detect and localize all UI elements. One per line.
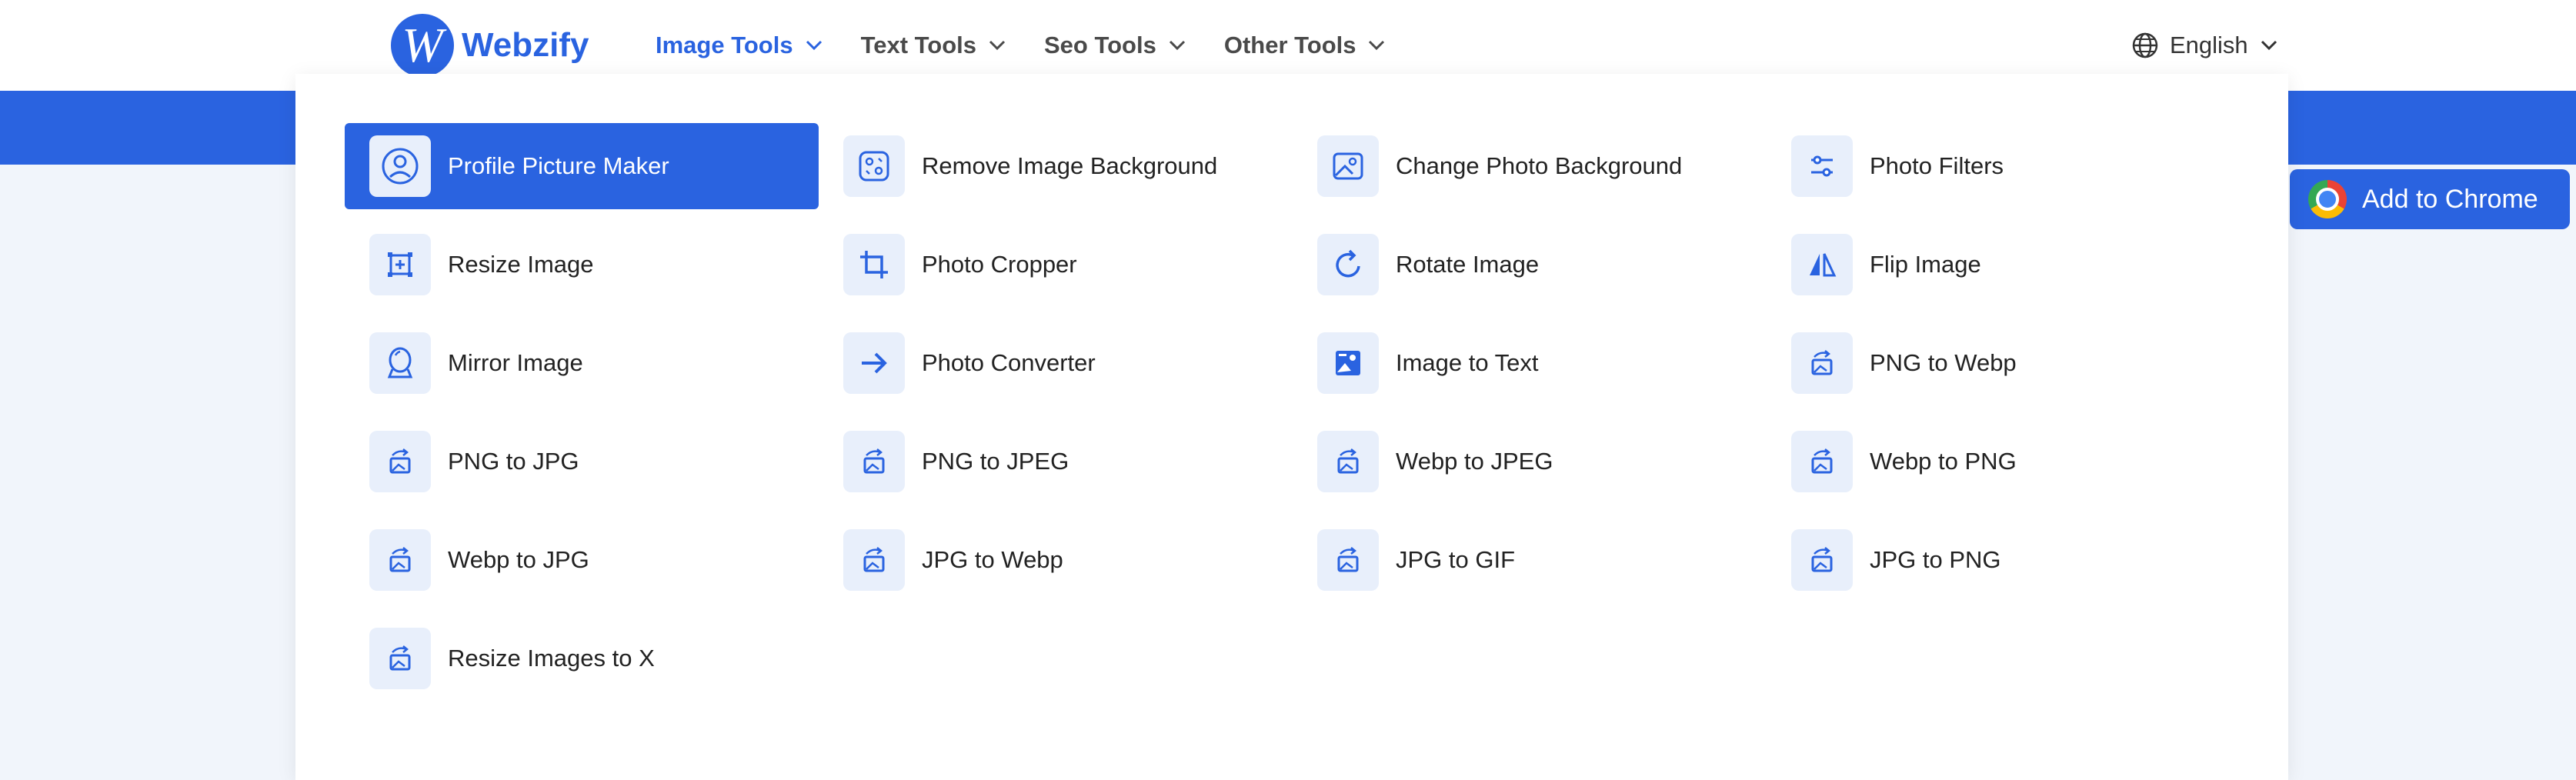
menu-item-photo-filters[interactable]: Photo Filters — [1767, 123, 2241, 209]
nav-label: Image Tools — [656, 32, 793, 58]
nav-image-tools[interactable]: Image Tools — [656, 32, 823, 59]
add-to-chrome-button[interactable]: Add to Chrome — [2290, 169, 2570, 229]
menu-item-label: Webp to JPG — [448, 546, 589, 573]
menu-item-label: Photo Converter — [922, 349, 1096, 376]
chevron-down-icon — [806, 40, 823, 51]
menu-item-label: Remove Image Background — [922, 152, 1218, 179]
menu-item-jpg-to-webp[interactable]: JPG to Webp — [819, 517, 1293, 603]
convert-image-icon — [1317, 529, 1379, 591]
flip-icon — [1791, 234, 1853, 295]
convert-image-icon — [1791, 431, 1853, 492]
crop-icon — [843, 234, 905, 295]
arrow-right-icon — [843, 332, 905, 394]
menu-item-png-to-jpeg[interactable]: PNG to JPEG — [819, 418, 1293, 505]
menu-item-label: JPG to PNG — [1870, 546, 2001, 573]
menu-item-resize-images-to-x[interactable]: Resize Images to X — [345, 615, 819, 702]
convert-image-icon — [843, 529, 905, 591]
sliders-icon — [1791, 135, 1853, 197]
convert-image-icon — [1317, 431, 1379, 492]
menu-item-label: PNG to JPG — [448, 448, 579, 475]
resize-icon — [369, 234, 431, 295]
menu-item-label: Mirror Image — [448, 349, 583, 376]
menu-item-photo-converter[interactable]: Photo Converter — [819, 320, 1293, 406]
nav-seo-tools[interactable]: Seo Tools — [1044, 32, 1186, 59]
convert-image-icon — [1791, 332, 1853, 394]
add-to-chrome-label: Add to Chrome — [2362, 184, 2538, 214]
language-label: English — [2170, 32, 2248, 58]
image-tools-dropdown: Profile Picture Maker Remove Image Backgr… — [295, 74, 2288, 780]
menu-item-label: PNG to JPEG — [922, 448, 1069, 475]
chrome-icon — [2308, 180, 2347, 218]
menu-item-label: Webp to PNG — [1870, 448, 2017, 475]
nav-text-tools[interactable]: Text Tools — [861, 32, 1006, 59]
menu-item-image-to-text[interactable]: Image to Text — [1293, 320, 1767, 406]
nav-other-tools[interactable]: Other Tools — [1224, 32, 1386, 59]
magic-eraser-icon — [843, 135, 905, 197]
menu-item-label: Photo Filters — [1870, 152, 2004, 179]
nav-label: Other Tools — [1223, 32, 1356, 58]
menu-item-png-to-jpg[interactable]: PNG to JPG — [345, 418, 819, 505]
mirror-icon — [369, 332, 431, 394]
menu-item-label: Change Photo Background — [1396, 152, 1683, 179]
convert-image-icon — [843, 431, 905, 492]
nav-label: Seo Tools — [1044, 32, 1156, 58]
menu-item-label: Flip Image — [1870, 251, 1981, 278]
menu-item-mirror-image[interactable]: Mirror Image — [345, 320, 819, 406]
menu-item-jpg-to-gif[interactable]: JPG to GIF — [1293, 517, 1767, 603]
globe-icon — [2131, 32, 2159, 59]
convert-image-icon — [369, 431, 431, 492]
menu-item-png-to-webp[interactable]: PNG to Webp — [1767, 320, 2241, 406]
tools-grid: Profile Picture Maker Remove Image Backgr… — [345, 123, 2241, 714]
menu-item-rotate-image[interactable]: Rotate Image — [1293, 222, 1767, 308]
image-text-icon — [1317, 332, 1379, 394]
menu-item-resize-image[interactable]: Resize Image — [345, 222, 819, 308]
rotate-icon — [1317, 234, 1379, 295]
menu-item-label: Photo Cropper — [922, 251, 1077, 278]
menu-item-label: Resize Images to X — [448, 645, 655, 672]
menu-item-label: JPG to Webp — [922, 546, 1063, 573]
menu-item-label: Rotate Image — [1396, 251, 1540, 278]
menu-item-label: Image to Text — [1396, 349, 1539, 376]
logo-mark: W — [391, 14, 454, 77]
menu-item-change-photo-background[interactable]: Change Photo Background — [1293, 123, 1767, 209]
chevron-down-icon — [1368, 40, 1385, 51]
menu-item-profile-picture-maker[interactable]: Profile Picture Maker — [345, 123, 819, 209]
logo-text: Webzify — [462, 26, 589, 64]
convert-image-icon — [369, 628, 431, 689]
menu-item-photo-cropper[interactable]: Photo Cropper — [819, 222, 1293, 308]
chevron-down-icon — [2261, 40, 2277, 51]
menu-item-label: JPG to GIF — [1396, 546, 1516, 573]
chevron-down-icon — [989, 40, 1006, 51]
menu-item-label: PNG to Webp — [1870, 349, 2017, 376]
nav-label: Text Tools — [860, 32, 976, 58]
menu-item-label: Webp to JPEG — [1396, 448, 1553, 475]
profile-icon — [369, 135, 431, 197]
logo[interactable]: W Webzify — [391, 14, 589, 77]
image-icon — [1317, 135, 1379, 197]
menu-item-webp-to-jpeg[interactable]: Webp to JPEG — [1293, 418, 1767, 505]
convert-image-icon — [1791, 529, 1853, 591]
menu-item-webp-to-png[interactable]: Webp to PNG — [1767, 418, 2241, 505]
menu-item-remove-image-background[interactable]: Remove Image Background — [819, 123, 1293, 209]
menu-item-label: Profile Picture Maker — [448, 152, 669, 179]
menu-item-flip-image[interactable]: Flip Image — [1767, 222, 2241, 308]
convert-image-icon — [369, 529, 431, 591]
menu-item-jpg-to-png[interactable]: JPG to PNG — [1767, 517, 2241, 603]
menu-item-webp-to-jpg[interactable]: Webp to JPG — [345, 517, 819, 603]
chevron-down-icon — [1169, 40, 1186, 51]
menu-item-label: Resize Image — [448, 251, 594, 278]
